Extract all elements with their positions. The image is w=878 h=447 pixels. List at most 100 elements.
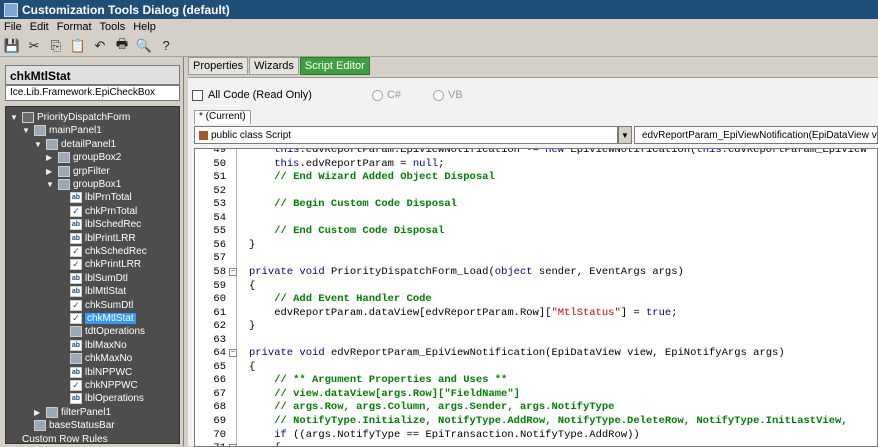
panel-icon: [34, 420, 46, 432]
collapse-arrow-icon[interactable]: ▼: [22, 126, 31, 135]
line-number: 52: [213, 184, 226, 197]
checkbox-control-icon: ✓: [70, 380, 82, 391]
expand-arrow-icon[interactable]: ▶: [46, 153, 55, 162]
print-preview-icon[interactable]: 🔍: [136, 38, 152, 54]
line-number: 66: [213, 374, 226, 387]
tree-node-label: chkNPPWC: [85, 380, 138, 391]
code-line: 69 // NotifyType.Initialize, NotifyType.…: [195, 414, 877, 428]
control-tree[interactable]: ▼ PriorityDispatchForm ▼ mainPanel1 ▼ detailP…: [5, 106, 180, 444]
navigation-dropdowns: public class Script ▼ edvReportParam_Epi…: [194, 126, 878, 144]
script-editor-panel: All Code (Read Only) C# VB * (Current) p…: [188, 77, 878, 447]
method-dropdown[interactable]: edvReportParam_EpiViewNotification(EpiDa…: [634, 126, 878, 144]
save-icon[interactable]: 💾: [4, 38, 20, 54]
all-code-label: All Code (Read Only): [208, 89, 312, 101]
label-control-icon: ab: [70, 286, 82, 298]
tab-wizards[interactable]: Wizards: [249, 57, 299, 75]
code-line: 54: [195, 211, 877, 225]
menu-edit[interactable]: Edit: [30, 21, 49, 33]
label-control-icon: ab: [70, 339, 82, 351]
code-text: // Begin Custom Code Disposal: [249, 198, 457, 211]
tree-node-label: groupBox2: [73, 152, 122, 164]
code-text: // End Custom Code Disposal: [249, 225, 445, 238]
checkbox-control-icon: ✓: [70, 205, 82, 217]
line-number: 54: [213, 211, 226, 224]
line-number: 63: [213, 333, 226, 346]
current-script-tab[interactable]: * (Current): [194, 110, 251, 124]
menu-format[interactable]: Format: [57, 21, 92, 33]
expand-arrow-icon[interactable]: ▶: [46, 167, 55, 176]
tree-node-label: lblMaxNo: [85, 339, 127, 351]
panel-icon: [46, 406, 58, 418]
tree-node-label: chkMaxNo: [85, 353, 133, 365]
paste-icon[interactable]: 📋: [70, 38, 86, 54]
code-line: 60 // Add Event Handler Code: [195, 292, 877, 306]
print-icon[interactable]: 🖶: [114, 36, 130, 54]
tree-node-label: lblNPPWC: [85, 366, 133, 378]
tree-node-label: filterPanel1: [61, 406, 112, 418]
help-icon[interactable]: ?: [158, 38, 174, 54]
line-number: 50: [213, 157, 226, 170]
tree-node[interactable]: Custom Row Rules: [10, 432, 108, 443]
expand-arrow-icon[interactable]: ▶: [34, 408, 43, 417]
vb-radio[interactable]: [433, 89, 444, 101]
tab-properties[interactable]: Properties: [188, 57, 249, 75]
tree-node-label: tdtOperations: [85, 326, 146, 338]
menu-tools[interactable]: Tools: [100, 21, 126, 33]
tree-node-label: grpFilter: [73, 165, 110, 177]
class-dropdown[interactable]: public class Script: [194, 126, 618, 144]
checkbox-control-icon: ✓: [70, 299, 82, 311]
code-line: 53 // Begin Custom Code Disposal: [195, 197, 877, 211]
fold-toggle-icon[interactable]: −: [229, 267, 237, 276]
tree-node-label: chkPrnTotal: [85, 205, 138, 217]
collapse-arrow-icon[interactable]: ▼: [10, 113, 19, 122]
title-bar: Customization Tools Dialog (default): [0, 0, 878, 19]
collapse-arrow-icon[interactable]: ▼: [34, 140, 43, 149]
code-line: 71− {: [195, 441, 877, 446]
code-text: // End Wizard Added Object Disposal: [249, 171, 495, 184]
left-panel: chkMtlStat Ice.Lib.Framework.EpiCheckBox…: [0, 57, 184, 446]
panel-icon: [58, 165, 70, 177]
tree-node-label: chkPrintLRR: [85, 259, 142, 271]
panel-icon: [34, 125, 46, 137]
menu-bar: File Edit Format Tools Help: [0, 19, 878, 35]
csharp-radio[interactable]: [371, 89, 383, 101]
code-editor[interactable]: 49 this.edvReportParam.EpiViewNotificati…: [194, 148, 878, 447]
undo-icon[interactable]: ↶: [92, 38, 108, 54]
cut-icon[interactable]: ✂: [26, 38, 42, 54]
copy-icon[interactable]: ⎘: [48, 38, 64, 54]
label-control-icon: ab: [70, 366, 82, 378]
panel-icon: [58, 179, 70, 190]
method-dropdown-value: edvReportParam_EpiViewNotification(EpiDa…: [642, 129, 878, 141]
options-row: All Code (Read Only) C# VB: [192, 86, 878, 104]
code-line: 62}: [195, 319, 877, 333]
menu-help[interactable]: Help: [133, 21, 156, 33]
code-line: 56}: [195, 238, 877, 252]
app-icon: [4, 2, 18, 17]
line-number: 57: [213, 252, 226, 265]
tree-node-label: chkSumDtl: [85, 299, 134, 311]
line-number: 69: [213, 415, 226, 427]
menu-file[interactable]: File: [4, 21, 22, 33]
line-number: 61: [213, 306, 226, 319]
code-line: 52: [195, 184, 877, 198]
code-text: }: [249, 238, 256, 251]
tree-node-label: lblMtlStat: [85, 286, 127, 298]
tab-script-editor[interactable]: Script Editor: [299, 57, 370, 75]
code-line: 58− private void PriorityDispatchForm_Loa…: [195, 265, 877, 279]
panel-icon: [58, 152, 70, 164]
line-number: 51: [213, 171, 226, 184]
code-text: this.edvReportParam = null;: [274, 157, 445, 170]
line-number: 68: [213, 401, 226, 414]
code-text: // NotifyType.Initialize, NotifyType.Add…: [249, 415, 848, 427]
code-line: 70 if ((args.NotifyType == EpiTransactio…: [195, 428, 877, 442]
fold-toggle-icon[interactable]: −: [229, 349, 237, 358]
label-control-icon: ab: [70, 272, 82, 284]
all-code-checkbox[interactable]: [192, 89, 203, 101]
code-line: 64− private void edvReportParam_EpiViewNo…: [195, 346, 877, 360]
collapse-arrow-icon[interactable]: ▼: [46, 180, 55, 189]
code-text: // Add Event Handler Code: [249, 293, 432, 306]
code-text: {: [249, 279, 256, 292]
class-dropdown-arrow-icon[interactable]: ▼: [618, 126, 632, 144]
code-text: private void edvReportParam_EpiViewNotif…: [249, 347, 785, 360]
label-control-icon: ab: [70, 393, 82, 405]
